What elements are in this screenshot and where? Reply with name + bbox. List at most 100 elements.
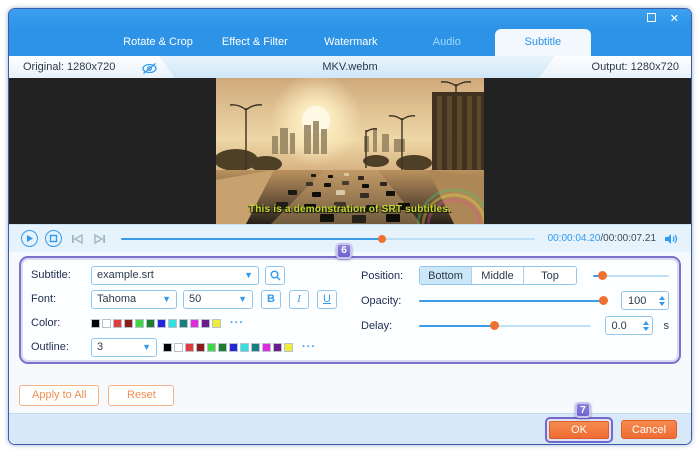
color-swatch[interactable] (157, 318, 166, 328)
color-swatch[interactable] (174, 342, 183, 352)
color-swatch[interactable] (91, 318, 100, 328)
outline-label: Outline: (31, 341, 69, 353)
underline-button[interactable]: U (317, 289, 337, 309)
position-bottom-button[interactable]: Bottom (420, 267, 472, 284)
color-swatch[interactable] (212, 318, 221, 328)
volume-icon[interactable] (663, 231, 679, 247)
font-family-value: Tahoma (97, 293, 137, 305)
original-resolution-label: Original: 1280x720 (23, 61, 116, 73)
chevron-down-icon: ▼ (238, 294, 247, 304)
color-swatch[interactable] (201, 318, 210, 328)
previous-frame-button[interactable] (69, 231, 85, 247)
step-badge-6: 6 (336, 242, 353, 259)
settings-area: Subtitle: example.srt ▼ Font: Tahoma ▼ 5… (9, 252, 691, 377)
player-bar: 6 00:00:04.20/00:00:07.21 (9, 224, 691, 259)
stepper-down-icon[interactable] (642, 326, 649, 331)
position-label: Position: (361, 269, 404, 282)
color-swatch[interactable] (273, 342, 282, 352)
chevron-down-icon: ▼ (162, 294, 171, 304)
video-subtitle-text: This is a demonstration of SRT subtitles… (248, 204, 452, 215)
close-button[interactable]: ✕ (670, 13, 679, 25)
color-swatch[interactable] (124, 318, 133, 328)
opacity-stepper[interactable] (659, 295, 665, 306)
delay-row: Delay: 0.0 s (361, 313, 669, 338)
total-time: 00:00:07.21 (603, 233, 656, 244)
reset-button[interactable]: Reset (108, 384, 175, 406)
opacity-slider-thumb[interactable] (599, 295, 609, 305)
apply-to-all-button[interactable]: Apply to All (19, 384, 100, 406)
color-swatch[interactable] (113, 318, 122, 328)
delay-slider-thumb[interactable] (490, 320, 500, 330)
outline-row: Outline: 3 ▼ ··· (31, 335, 361, 359)
stepper-up-icon[interactable] (642, 320, 649, 325)
color-swatch[interactable] (284, 342, 293, 352)
position-slider[interactable] (593, 269, 669, 283)
opacity-row: Opacity: 100 (361, 288, 669, 313)
opacity-slider[interactable] (419, 294, 609, 308)
color-swatch[interactable] (102, 318, 111, 328)
delay-stepper[interactable] (642, 320, 649, 331)
progress-slider[interactable]: 6 (121, 232, 535, 259)
progress-thumb[interactable] (377, 234, 386, 243)
color-swatch[interactable] (207, 342, 216, 352)
delay-unit-label: s (663, 319, 670, 332)
subtitle-file-dropdown[interactable]: example.srt ▼ (91, 265, 259, 285)
browse-subtitle-button[interactable] (265, 265, 285, 285)
color-label: Color: (31, 317, 61, 329)
ok-button-highlight-ring: OK (545, 417, 613, 443)
play-button[interactable] (21, 230, 38, 247)
color-swatch[interactable] (168, 318, 177, 328)
current-time: 00:00:04.20 (547, 233, 601, 244)
output-resolution-tab: Output: 1280x720 (539, 56, 691, 78)
footer-bar: 7 OK Cancel (9, 402, 691, 444)
color-swatch[interactable] (163, 342, 172, 352)
delay-input[interactable]: 0.0 (604, 316, 653, 335)
tab-subtitle[interactable]: Subtitle (494, 29, 591, 56)
more-colors-button[interactable]: ··· (230, 317, 244, 329)
position-top-button[interactable]: Top (524, 267, 576, 284)
tab-audio[interactable]: Audio (399, 29, 495, 56)
color-swatch[interactable] (190, 318, 199, 328)
stepper-down-icon[interactable] (659, 301, 665, 306)
color-swatch[interactable] (240, 342, 249, 352)
color-swatch[interactable] (179, 318, 188, 328)
eye-off-icon[interactable] (141, 62, 158, 75)
tab-rotate-crop[interactable]: Rotate & Crop (109, 29, 207, 56)
color-swatch[interactable] (229, 342, 238, 352)
font-family-dropdown[interactable]: Tahoma ▼ (91, 289, 177, 309)
delay-slider[interactable] (419, 319, 591, 333)
tab-effect-filter[interactable]: Effect & Filter (207, 29, 303, 56)
settings-left-column: Subtitle: example.srt ▼ Font: Tahoma ▼ 5… (31, 263, 361, 359)
cancel-button[interactable]: Cancel (621, 420, 677, 439)
italic-button[interactable]: I (289, 289, 309, 309)
position-middle-button[interactable]: Middle (472, 267, 524, 284)
search-icon (270, 270, 280, 280)
outline-width-dropdown[interactable]: 3 ▼ (91, 337, 157, 357)
color-swatch[interactable] (218, 342, 227, 352)
stop-button[interactable] (45, 230, 62, 247)
color-swatch[interactable] (135, 318, 144, 328)
tab-bar: Rotate & Crop Effect & Filter Watermark … (9, 29, 691, 56)
color-swatch[interactable] (251, 342, 260, 352)
color-swatch[interactable] (185, 342, 194, 352)
color-row: Color: ··· (31, 311, 361, 335)
font-size-dropdown[interactable]: 50 ▼ (183, 289, 253, 309)
tab-watermark[interactable]: Watermark (303, 29, 399, 56)
info-bar: MKV.webm Original: 1280x720 Output: 1280… (9, 56, 691, 78)
color-swatch[interactable] (146, 318, 155, 328)
next-frame-button[interactable] (92, 231, 108, 247)
opacity-value: 100 (628, 294, 647, 307)
original-resolution-tab: Original: 1280x720 (9, 56, 175, 78)
opacity-input[interactable]: 100 (621, 291, 669, 310)
bold-button[interactable]: B (261, 289, 281, 309)
maximize-button[interactable] (646, 13, 656, 25)
stepper-up-icon[interactable] (659, 295, 665, 300)
chevron-down-icon: ▼ (244, 270, 253, 280)
ok-button[interactable]: OK (549, 421, 609, 439)
video-frame[interactable]: This is a demonstration of SRT subtitles… (216, 78, 484, 224)
position-slider-thumb[interactable] (598, 270, 608, 280)
color-swatch-list (91, 318, 221, 328)
color-swatch[interactable] (196, 342, 205, 352)
more-outline-colors-button[interactable]: ··· (302, 341, 316, 353)
color-swatch[interactable] (262, 342, 271, 352)
